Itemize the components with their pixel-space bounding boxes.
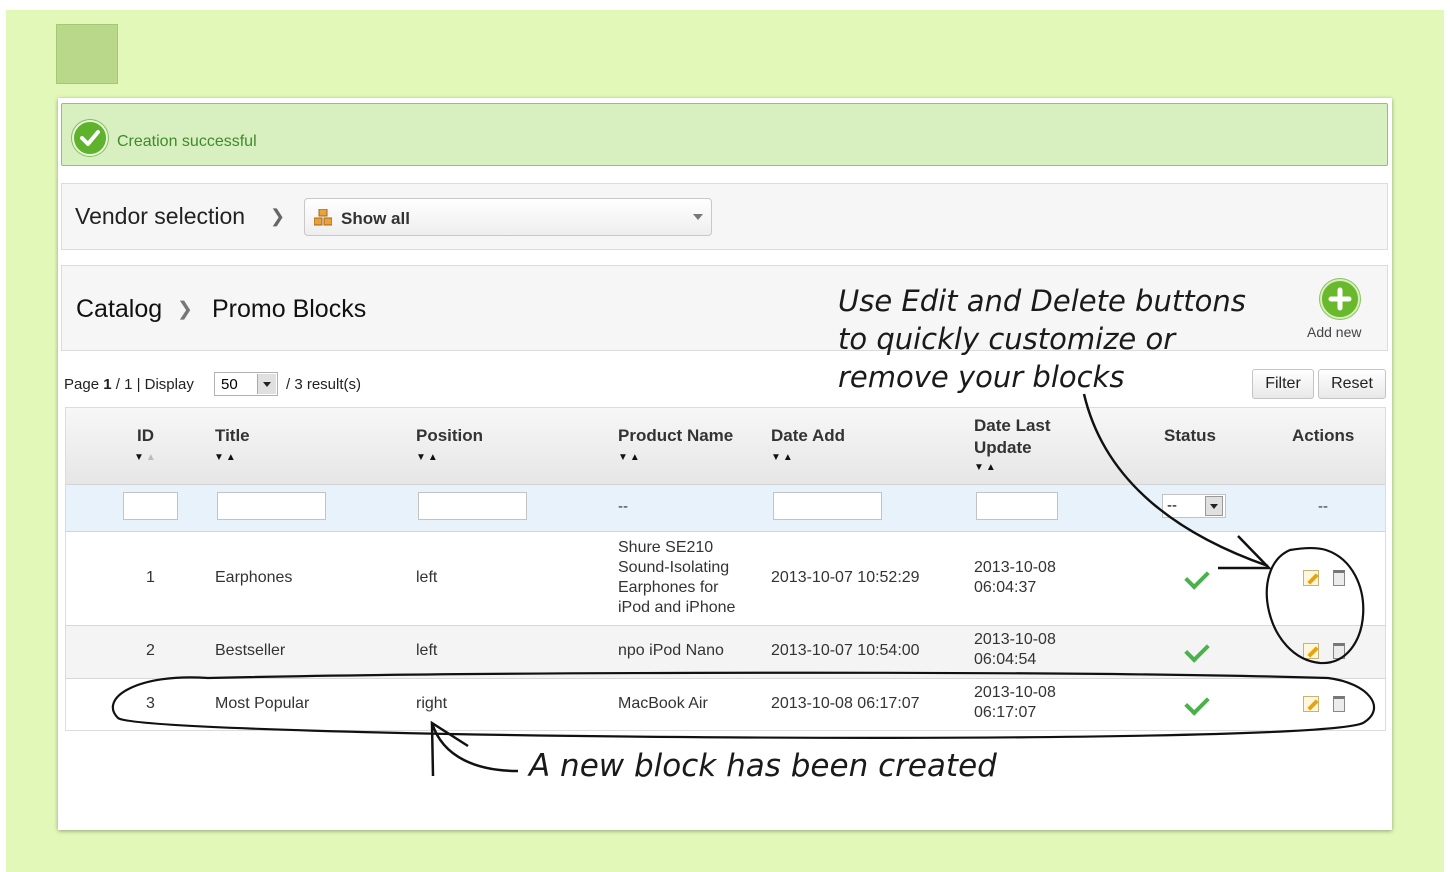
chevron-down-icon[interactable]: [257, 374, 276, 394]
row-position: right: [416, 695, 448, 712]
vendor-select-value: Show all: [341, 209, 410, 228]
table-row[interactable]: 2 Bestseller left npo iPod Nano 2013-10-…: [66, 626, 1385, 679]
checkmark-circle-icon: [72, 120, 108, 156]
page-word: Page: [64, 376, 100, 393]
enabled-check-icon[interactable]: [1184, 690, 1210, 716]
edit-icon[interactable]: [1303, 643, 1319, 659]
column-header-status: Status: [1164, 426, 1216, 445]
logo: [56, 24, 118, 84]
sort-arrows-icon[interactable]: ▼▲: [416, 452, 440, 463]
row-date-update: 2013-10-08 06:04:37: [974, 559, 1056, 596]
vendor-icon: [314, 209, 332, 226]
row-id: 2: [146, 642, 155, 659]
per-page-select[interactable]: 50: [214, 372, 278, 396]
column-header-id[interactable]: ID: [137, 426, 154, 446]
row-title: Bestseller: [215, 642, 286, 659]
results-count: / 3 result(s): [286, 376, 362, 393]
id-filter-input[interactable]: [123, 492, 178, 520]
actions-filter-placeholder: --: [1318, 498, 1328, 515]
table-row[interactable]: 1 Earphones left Shure SE210 Sound-Isola…: [66, 532, 1385, 626]
chevron-right-icon: ❯: [177, 299, 193, 320]
row-position: left: [416, 642, 438, 659]
annotation-line: Use Edit and Delete buttons: [838, 284, 1246, 318]
date-update-filter-input[interactable]: [976, 492, 1058, 520]
per-page-value: 50: [221, 376, 238, 393]
status-filter-select[interactable]: --: [1162, 494, 1226, 518]
annotation-line: to quickly customize or: [838, 322, 1176, 356]
table-row[interactable]: 3 Most Popular right MacBook Air 2013-10…: [66, 679, 1385, 731]
plus-icon: [1328, 287, 1352, 311]
row-id: 3: [146, 695, 155, 712]
column-header-position[interactable]: Position: [416, 426, 483, 446]
row-product-name: MacBook Air: [618, 695, 708, 712]
page-current: 1: [103, 376, 112, 393]
position-filter-input[interactable]: [418, 492, 527, 520]
breadcrumb-catalog[interactable]: Catalog: [76, 295, 162, 324]
row-title: Earphones: [215, 569, 293, 586]
row-date-add: 2013-10-07 10:52:29: [771, 569, 920, 586]
table-header: ID ▼▲ Title ▼▲ Position ▼▲ Product Name …: [66, 408, 1385, 485]
date-add-filter-input[interactable]: [773, 492, 882, 520]
row-date-update: 2013-10-08 06:04:54: [974, 631, 1056, 668]
row-product-name: npo iPod Nano: [618, 642, 724, 659]
row-id: 1: [146, 569, 155, 586]
page-total: / 1 | Display: [115, 376, 194, 393]
row-product-name: Shure SE210 Sound-Isolating Earphones fo…: [618, 539, 736, 616]
enabled-check-icon[interactable]: [1184, 637, 1210, 663]
vendor-selection-label: Vendor selection: [75, 203, 246, 229]
breadcrumb-promo-blocks: Promo Blocks: [212, 295, 367, 323]
product-name-filter-placeholder: --: [618, 498, 628, 515]
add-new-label[interactable]: Add new: [1307, 324, 1361, 340]
delete-icon[interactable]: [1333, 643, 1345, 659]
edit-icon[interactable]: [1303, 696, 1319, 712]
chevron-down-icon[interactable]: [1205, 496, 1223, 516]
row-date-update: 2013-10-08 06:17:07: [974, 684, 1056, 721]
sort-arrows-icon[interactable]: ▼▲: [214, 452, 238, 463]
title-filter-input[interactable]: [217, 492, 326, 520]
edit-icon[interactable]: [1303, 570, 1319, 586]
vendor-selection-bar: Vendor selection ❯ Show all: [61, 183, 1388, 250]
reset-button[interactable]: Reset: [1318, 369, 1386, 399]
sort-arrows-icon[interactable]: ▼▲: [134, 452, 158, 463]
column-header-date-add[interactable]: Date Add: [771, 426, 845, 446]
chevron-down-icon: [693, 214, 703, 220]
sort-arrows-icon[interactable]: ▼▲: [618, 452, 642, 463]
filter-button[interactable]: Filter: [1252, 369, 1314, 399]
column-header-actions: Actions: [1292, 426, 1355, 445]
chevron-right-icon: ❯: [270, 206, 286, 226]
row-date-add: 2013-10-08 06:17:07: [771, 695, 920, 712]
edit-delete-annotation: Use Edit and Delete buttons to quickly c…: [838, 282, 1246, 396]
row-title: Most Popular: [215, 695, 310, 712]
row-position: left: [416, 569, 438, 586]
column-header-date-last-update[interactable]: Date Last Update: [974, 415, 1084, 459]
success-message: Creation successful: [61, 103, 1388, 166]
filter-row: -- -- --: [66, 485, 1385, 532]
delete-icon[interactable]: [1333, 570, 1345, 586]
add-new-button[interactable]: [1320, 279, 1360, 319]
annotation-line: remove your blocks: [838, 360, 1125, 394]
sort-arrows-icon[interactable]: ▼▲: [771, 452, 795, 463]
column-header-product-name[interactable]: Product Name: [618, 426, 733, 446]
main-panel: Creation successful Vendor selection ❯ S…: [58, 98, 1392, 830]
delete-icon[interactable]: [1333, 696, 1345, 712]
enabled-check-icon[interactable]: [1184, 564, 1210, 590]
row-date-add: 2013-10-07 10:54:00: [771, 642, 920, 659]
success-text: Creation successful: [117, 133, 257, 150]
promo-blocks-table: ID ▼▲ Title ▼▲ Position ▼▲ Product Name …: [65, 407, 1386, 731]
column-header-title[interactable]: Title: [215, 426, 250, 446]
pagination-info: Page 1 / 1 | Display: [64, 376, 194, 393]
new-block-annotation: A new block has been created: [529, 748, 997, 784]
sort-arrows-icon[interactable]: ▼▲: [974, 462, 998, 473]
status-filter-value: --: [1167, 497, 1177, 514]
vendor-select[interactable]: Show all: [304, 198, 712, 236]
